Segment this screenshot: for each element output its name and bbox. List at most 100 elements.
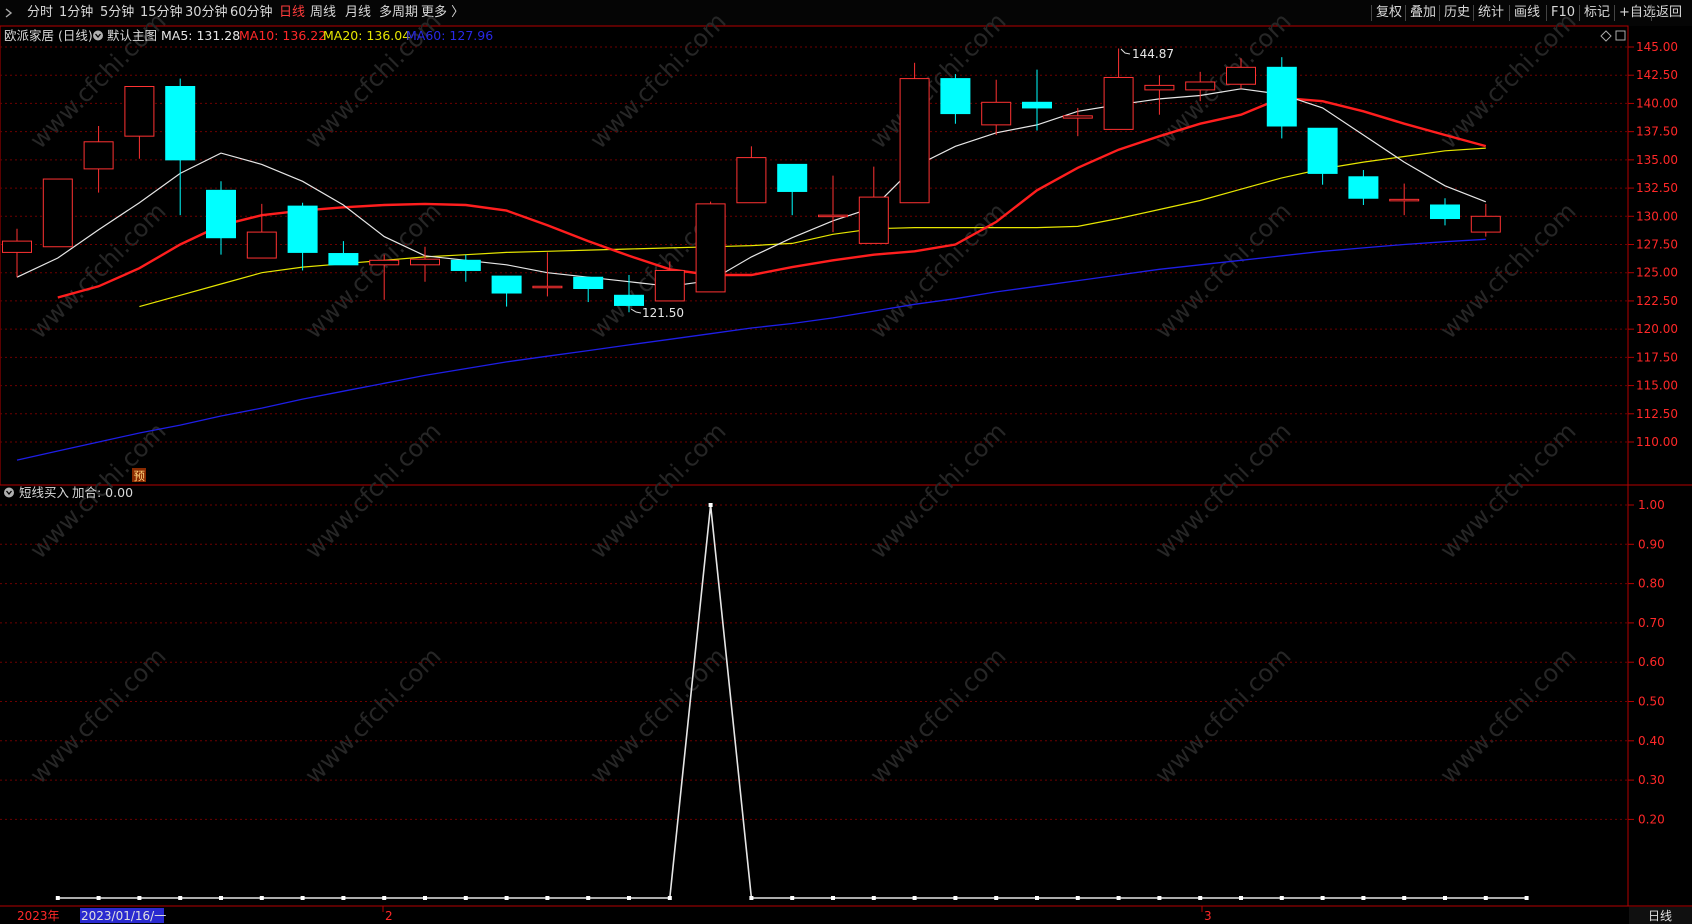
watermark-text: www.cfchi.com: [1149, 417, 1296, 564]
buy-signal-point: [1035, 896, 1039, 900]
candle-up: [818, 214, 848, 218]
watermark-text: www.cfchi.com: [864, 417, 1011, 564]
candle-up: [532, 285, 563, 289]
buy-signal-point: [994, 896, 999, 900]
watermark-text: www.cfchi.com: [299, 642, 446, 789]
signal-tick-label: 0.50: [1638, 695, 1665, 709]
watermark-text: www.cfchi.com: [864, 7, 1011, 154]
price-tick-label: 140.00: [1636, 96, 1678, 110]
watermark-text: www.cfchi.com: [1149, 197, 1296, 344]
buy-signal-point: [55, 896, 60, 900]
price-tick-label: 132.50: [1636, 181, 1678, 195]
month-label-mar: 3: [1204, 909, 1212, 923]
indicator-name[interactable]: 默认主图: [107, 28, 157, 43]
buy-signal-point: [259, 896, 264, 900]
signal-tick-label: 0.30: [1638, 773, 1665, 787]
candle-down: [165, 86, 196, 161]
low-price-label: 121.50: [642, 306, 684, 320]
watermark-text: www.cfchi.com: [1149, 642, 1296, 789]
main-panel-frame: [0, 25, 1629, 486]
stock-title: 欧派家居 (日线): [4, 28, 93, 43]
buy-signal-point: [1279, 896, 1284, 900]
candle-down: [491, 275, 522, 294]
forecast-marker: 预: [134, 469, 146, 483]
candle-up: [246, 231, 277, 259]
signal-tick-label: 0.90: [1638, 537, 1665, 551]
watermark-text: www.cfchi.com: [299, 417, 446, 564]
candle-up: [1185, 81, 1216, 91]
price-tick-label: 135.00: [1636, 153, 1678, 167]
stock-chart[interactable]: www.cfchi.com www.cfchi.com www.cfchi.com w…: [0, 0, 1692, 924]
candle-up: [83, 141, 114, 170]
candle-up: [736, 157, 767, 204]
watermark-text: www.cfchi.com: [584, 642, 731, 789]
price-tick-label: 112.50: [1636, 407, 1678, 421]
sub-indicator-value: 加合: 0.00: [72, 485, 133, 500]
candle-up: [858, 196, 889, 244]
candle-down: [328, 253, 359, 266]
price-axis: 145.00 142.50 140.00 137.50 135.00 132.50 130.…: [1628, 40, 1678, 449]
price-tick-label: 117.50: [1636, 350, 1678, 364]
watermark-text: www.cfchi.com: [299, 197, 446, 344]
buy-signal-point: [790, 896, 795, 900]
high-price-label: 144.87: [1132, 47, 1174, 61]
price-tick-label: 145.00: [1636, 40, 1678, 54]
buy-signal-point: [423, 896, 427, 900]
sub-indicator-title[interactable]: 短线买入: [19, 485, 70, 500]
ma5-value: MA5: 131.28: [161, 28, 240, 43]
ma10-value: MA10: 136.22: [239, 28, 326, 43]
candle-up: [42, 178, 73, 248]
buy-signal-point: [300, 896, 305, 900]
candle-up: [981, 101, 1012, 126]
buy-signal-point: [1443, 896, 1447, 900]
signal-axis: 1.00 0.90 0.80 0.70 0.60 0.50 0.40 0.30 0.20: [1628, 498, 1665, 826]
watermark-text: www.cfchi.com: [1434, 7, 1581, 154]
buy-signal-point: [1157, 896, 1162, 900]
buy-signal-point: [953, 896, 958, 900]
candle-up: [1226, 66, 1256, 85]
watermark-text: www.cfchi.com: [24, 642, 171, 789]
year-label: 2023年: [17, 909, 60, 923]
buy-signal-point: [341, 896, 346, 900]
candle-down: [940, 78, 971, 115]
sub-grid: [0, 504, 1628, 820]
buy-signal-point: [1116, 896, 1121, 900]
candle-up: [1470, 215, 1501, 233]
signal-tick-label: 1.00: [1638, 498, 1665, 512]
signal-tick-label: 0.60: [1638, 655, 1665, 669]
signal-tick-label: 0.70: [1638, 616, 1665, 630]
signal-tick-label: 0.80: [1638, 577, 1665, 591]
main-grid: [0, 46, 1628, 443]
period-badge[interactable]: 日线: [1648, 909, 1672, 923]
candle-up: [654, 269, 685, 302]
price-tick-label: 125.00: [1636, 266, 1678, 280]
buy-signal-point: [1198, 896, 1203, 900]
buy-signal-point: [871, 896, 876, 900]
buy-signal-point: [545, 896, 550, 900]
candle-up: [1062, 115, 1093, 119]
price-tick-label: 122.50: [1636, 294, 1678, 308]
candle-up: [899, 78, 930, 204]
candle-up: [1103, 76, 1134, 130]
buy-signal-point: [1320, 896, 1325, 900]
collapse-diamond-icon[interactable]: [1600, 30, 1612, 42]
watermark-text: www.cfchi.com: [1434, 642, 1581, 789]
candle-up: [124, 86, 155, 137]
cursor-date-label: 2023/01/16/一: [81, 909, 166, 923]
buy-signal-point: [749, 896, 754, 900]
sub-indicator-dropdown-icon[interactable]: [4, 487, 14, 498]
candle-down: [614, 294, 644, 306]
maximize-square-icon[interactable]: [1615, 30, 1626, 41]
candle-down: [206, 189, 236, 239]
buy-signal-point: [627, 896, 631, 900]
indicator-dropdown-icon[interactable]: [93, 30, 103, 41]
buy-signal-point: [1075, 896, 1080, 900]
buy-signal-point: [1402, 896, 1407, 900]
candle-up: [2, 240, 32, 253]
price-tick-label: 137.50: [1636, 125, 1678, 139]
buy-signal-point: [586, 896, 591, 900]
buy-signal-point: [219, 896, 223, 900]
month-label-feb: 2: [385, 909, 393, 923]
buy-signal-point: [708, 503, 713, 507]
candle-up: [1389, 198, 1420, 202]
